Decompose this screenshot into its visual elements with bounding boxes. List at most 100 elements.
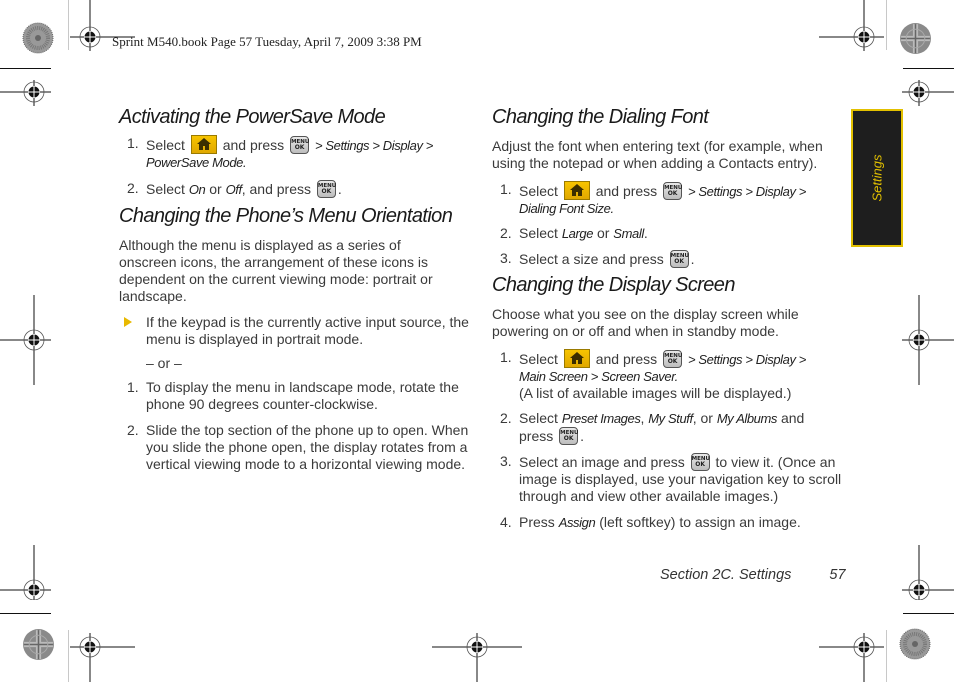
registration-mark-icon	[0, 545, 51, 600]
color-wheel-mark-icon	[22, 22, 54, 54]
registration-mark-icon	[0, 295, 51, 385]
option-large: Large	[561, 226, 594, 241]
menu-ok-key-icon: MENU OK	[663, 182, 682, 200]
step-number: 1.	[500, 181, 512, 197]
step-text: or	[209, 181, 222, 197]
guide-line	[68, 0, 69, 50]
section-title-menu-orientation: Changing the Phone’s Menu Orientation	[119, 205, 453, 227]
step-number: 2.	[127, 180, 139, 196]
arrow-bullet-icon	[124, 317, 132, 327]
step-text: .	[337, 181, 342, 197]
page-number: 57	[829, 567, 846, 583]
color-wheel-mark-icon	[900, 23, 931, 54]
section-title-dialing-font: Changing the Dialing Font	[492, 106, 709, 128]
menu-ok-key-icon: MENU OK	[690, 453, 710, 471]
step-number: 3.	[500, 453, 512, 469]
step-item: 4. Press Assign (left softkey) to assign…	[492, 514, 842, 531]
step-item: 3. Select a size and press MENU OK.	[492, 250, 842, 268]
option-my-albums: My Albums	[716, 411, 778, 426]
step-text: .	[643, 225, 648, 241]
bullet-item: If the keypad is the currently active in…	[119, 314, 471, 348]
or-text: – or –	[146, 355, 182, 371]
crop-line	[903, 68, 954, 69]
step-text: Select	[519, 410, 558, 426]
option-my-stuff: My Stuff	[648, 411, 693, 426]
menu-path: Main Screen > Screen Saver.	[519, 369, 678, 384]
guide-line	[68, 630, 69, 682]
step-item: 2. Select Preset Images, My Stuff, or My…	[492, 410, 842, 445]
step-text: and press	[595, 351, 658, 367]
option-assign: Assign	[558, 515, 596, 530]
footer-section: Section 2C. Settings	[660, 567, 792, 583]
menu-ok-key-icon: MENU OK	[316, 180, 336, 198]
step-number: 4.	[500, 514, 512, 530]
guide-line	[886, 0, 887, 50]
step-text: Select a size and press	[519, 251, 664, 267]
menu-path: > Settings > Display >	[314, 138, 433, 153]
crop-line	[0, 68, 51, 69]
registration-mark-icon	[819, 0, 884, 51]
left-column: Activating the PowerSave Mode 1. Select …	[119, 106, 471, 473]
step-number: 2.	[127, 422, 139, 438]
registration-mark-icon	[902, 545, 954, 600]
color-wheel-mark-icon	[899, 628, 931, 660]
step-text: Select	[519, 225, 558, 241]
option-off: Off	[225, 182, 243, 197]
step-text: Select	[146, 137, 185, 153]
registration-mark-icon	[819, 633, 884, 682]
step-text: (left softkey) to assign an image.	[599, 514, 801, 530]
bullet-text: If the keypad is the currently active in…	[146, 314, 469, 347]
step-text: , or	[692, 410, 713, 426]
step-item: 2. Select Large or Small.	[492, 225, 842, 242]
step-text: or	[596, 225, 610, 241]
step-text: .	[580, 428, 585, 444]
section-tab-label: Settings	[869, 154, 885, 202]
registration-mark-icon	[902, 80, 954, 106]
step-item: 3. Select an image and press MENU OK to v…	[492, 453, 842, 505]
registration-mark-icon	[432, 633, 522, 682]
step-text: and	[780, 410, 805, 426]
step-item: 1. Select and press MENU OK > Settings > …	[492, 181, 842, 217]
guide-line	[886, 630, 887, 682]
step-number: 1.	[127, 135, 139, 151]
step-number: 2.	[500, 410, 512, 426]
section-intro: Adjust the font when entering text (for …	[492, 138, 823, 171]
menu-ok-key-icon: MENU OK	[290, 136, 309, 154]
menu-ok-key-icon: MENU OK	[669, 250, 689, 268]
step-item: 2. Select On or Off, and press MENU OK.	[119, 180, 471, 198]
step-number: 3.	[500, 250, 512, 266]
section-tab: Settings	[851, 109, 903, 247]
print-slug: Sprint M540.book Page 57 Tuesday, April …	[112, 34, 422, 49]
step-number: 1.	[500, 349, 512, 365]
menu-ok-key-icon: MENU OK	[559, 427, 578, 445]
step-note: (A list of available images will be disp…	[519, 385, 792, 401]
page-footer: Section 2C. Settings 57	[660, 567, 846, 583]
right-column: Changing the Dialing Font Adjust the fon…	[492, 106, 842, 531]
step-text: Select	[519, 351, 558, 367]
step-text: , and press	[241, 181, 311, 197]
section-intro: Although the menu is displayed as a seri…	[119, 237, 433, 304]
step-text: and press	[222, 137, 285, 153]
step-text: Press	[519, 514, 555, 530]
menu-path: > Settings > Display >	[687, 184, 806, 199]
section-title-display-screen: Changing the Display Screen	[492, 274, 735, 296]
home-key-icon	[563, 349, 590, 368]
step-item: 1. Select and press MENU OK > Settings > …	[119, 135, 471, 171]
step-text: .	[690, 251, 695, 267]
step-text: Select	[519, 183, 558, 199]
crop-line	[903, 613, 954, 614]
step-text: and press	[595, 183, 658, 199]
section-title-powersave: Activating the PowerSave Mode	[119, 106, 386, 128]
or-separator: – or –	[119, 355, 471, 372]
crop-line	[0, 613, 51, 614]
step-text: ,	[640, 410, 645, 426]
step-text: To display the menu in landscape mode, r…	[146, 379, 459, 412]
registration-mark-icon	[902, 295, 954, 385]
menu-path: Dialing Font Size.	[519, 201, 614, 216]
menu-path: > Settings > Display >	[687, 352, 806, 367]
option-small: Small	[613, 226, 644, 241]
registration-mark-icon	[70, 633, 135, 682]
option-preset-images: Preset Images	[561, 411, 641, 426]
step-text: Slide the top section of the phone up to…	[146, 422, 469, 472]
step-text: Select an image and press	[519, 454, 685, 470]
